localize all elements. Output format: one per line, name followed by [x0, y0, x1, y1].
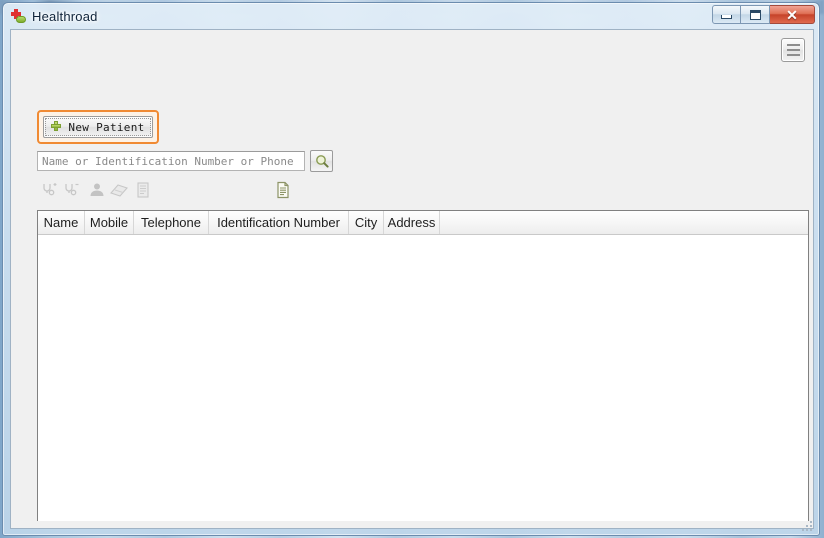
hamburger-line-2: [786, 49, 800, 51]
table-header-row: Name Mobile Telephone Identification Num…: [38, 211, 808, 235]
status-bar: [18, 520, 822, 525]
plus-icon: [51, 121, 63, 133]
patient-table: Name Mobile Telephone Identification Num…: [37, 210, 809, 521]
column-header-identification-number[interactable]: Identification Number: [209, 211, 349, 234]
minimize-icon: [721, 15, 732, 19]
search-input[interactable]: [37, 151, 305, 171]
window-controls: ✕: [712, 5, 815, 24]
close-button[interactable]: ✕: [770, 5, 815, 24]
maximize-icon: [749, 9, 761, 20]
report-document-icon[interactable]: [273, 180, 293, 200]
table-body-empty[interactable]: [38, 235, 808, 521]
resize-grip-icon[interactable]: [802, 519, 815, 532]
column-header-filler: [440, 211, 808, 234]
title-bar[interactable]: Healthroad ✕: [3, 3, 819, 29]
new-patient-label: New Patient: [68, 120, 145, 134]
window-title: Healthroad: [32, 8, 98, 24]
close-icon: ✕: [786, 6, 798, 23]
column-header-city[interactable]: City: [349, 211, 384, 234]
maximize-button[interactable]: [741, 5, 770, 24]
stethoscope-add-icon[interactable]: [39, 180, 59, 200]
eraser-icon[interactable]: [109, 180, 129, 200]
column-header-name[interactable]: Name: [38, 211, 85, 234]
hamburger-menu-button[interactable]: [781, 38, 805, 62]
magnifier-icon: [315, 155, 329, 168]
patient-person-icon[interactable]: [87, 180, 107, 200]
column-header-telephone[interactable]: Telephone: [134, 211, 209, 234]
records-book-icon[interactable]: [133, 180, 153, 200]
search-button[interactable]: [310, 150, 333, 172]
column-header-address[interactable]: Address: [384, 211, 440, 234]
column-header-mobile[interactable]: Mobile: [85, 211, 134, 234]
hamburger-line-1: [786, 44, 800, 46]
new-patient-focus-ring: New Patient: [37, 110, 159, 144]
search-row: [37, 150, 333, 172]
stethoscope-remove-icon[interactable]: [61, 180, 81, 200]
application-window: Healthroad ✕ New Patient Name or Identif…: [2, 2, 820, 536]
desktop-backdrop: Healthroad ✕ New Patient Name or Identif…: [0, 0, 824, 538]
new-patient-button[interactable]: New Patient: [43, 116, 153, 138]
minimize-button[interactable]: [712, 5, 741, 24]
medical-cross-icon: [10, 8, 26, 24]
icon-toolbar: [39, 180, 799, 200]
hamburger-line-3: [786, 54, 800, 56]
client-area: New Patient Name or Identification Numbe…: [10, 29, 814, 529]
